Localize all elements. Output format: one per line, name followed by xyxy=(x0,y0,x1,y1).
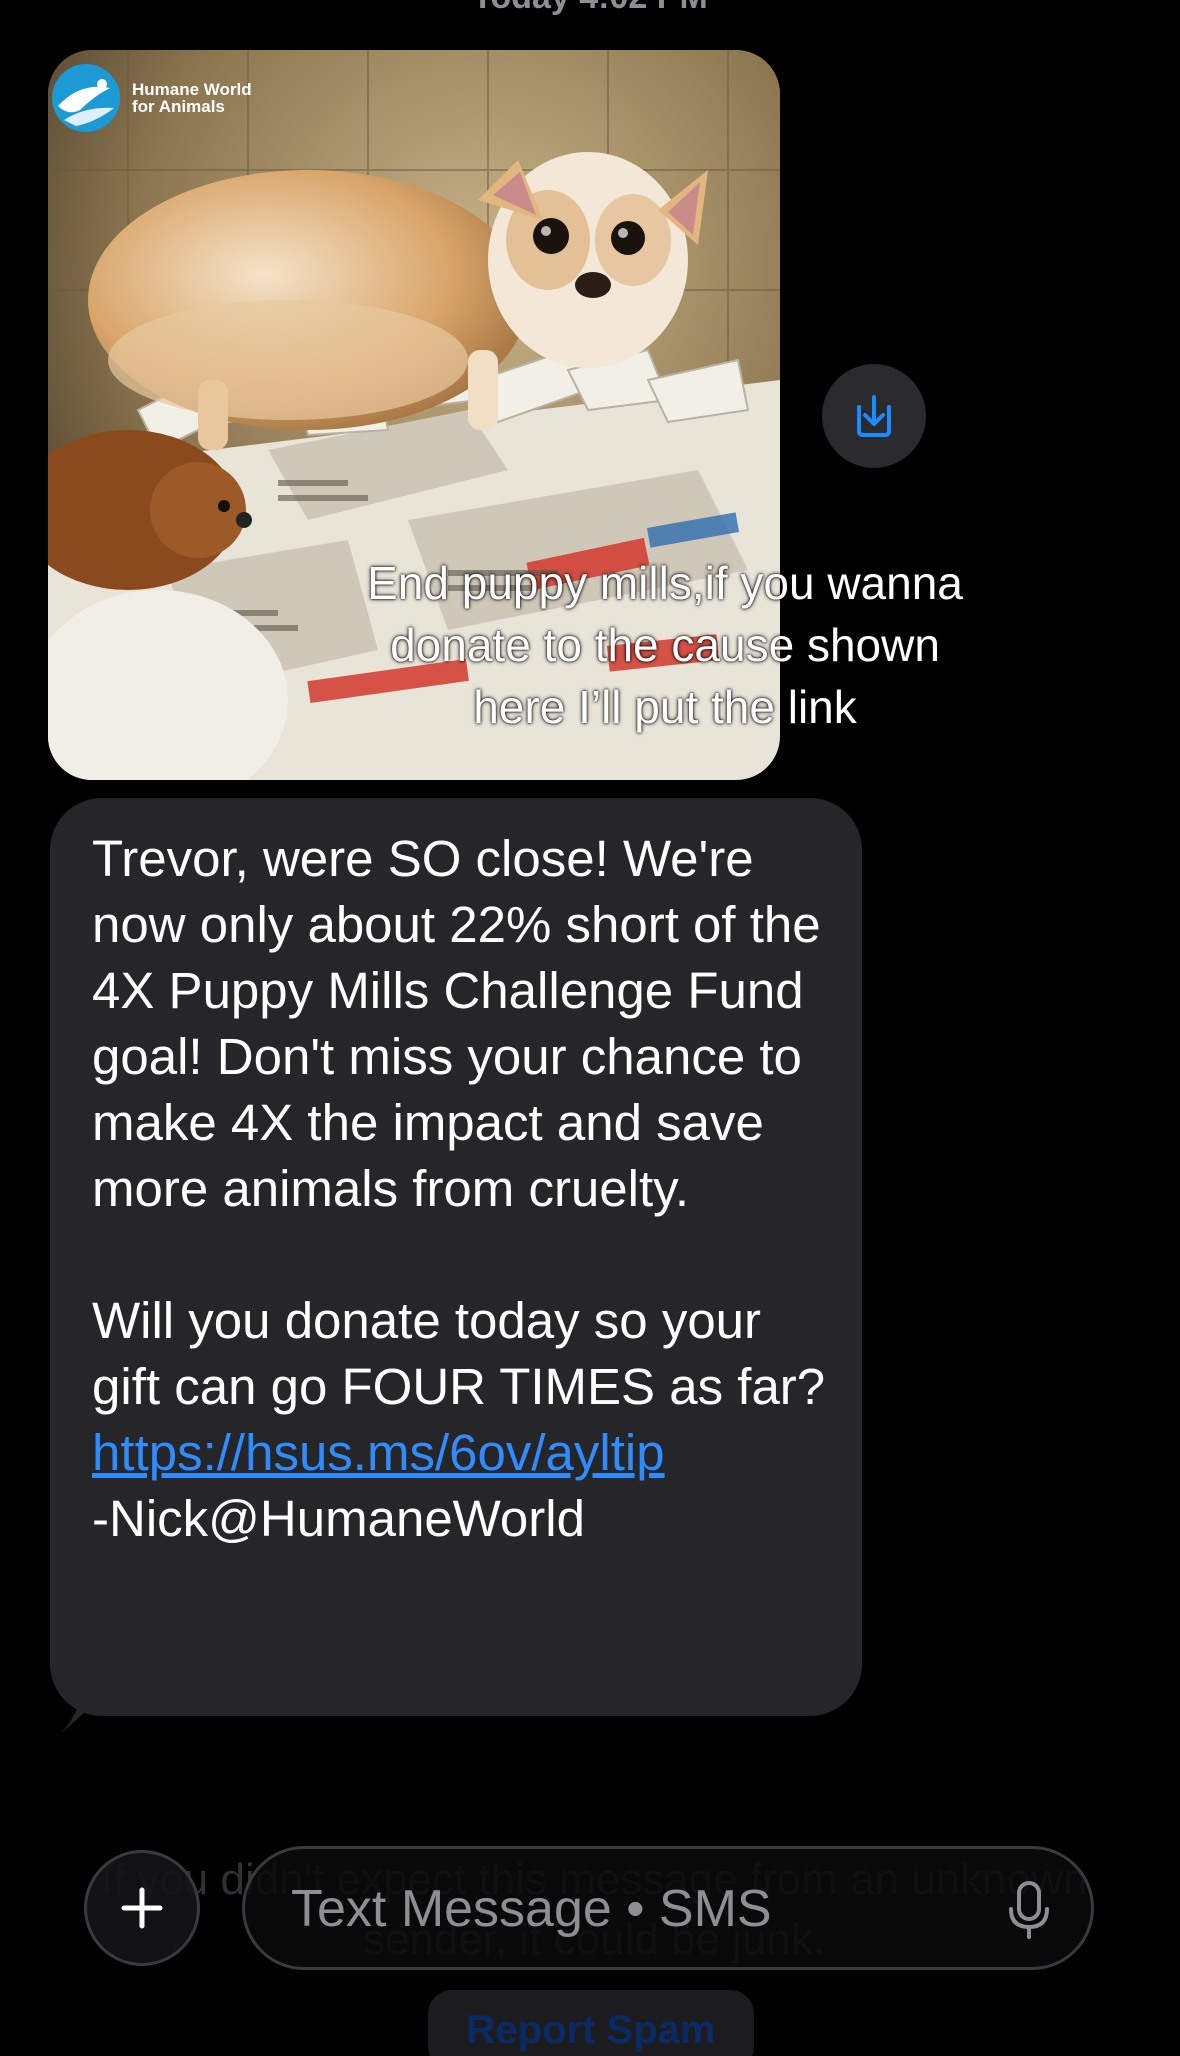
message-paragraph: Trevor, were SO close! We're now only ab… xyxy=(92,830,821,1217)
message-timestamp: Today 4:02 PM xyxy=(0,0,1180,17)
report-spam-button[interactable]: Report Spam xyxy=(428,1990,754,2056)
add-attachment-button[interactable] xyxy=(84,1850,200,1966)
microphone-icon[interactable] xyxy=(1007,1881,1051,1941)
message-input[interactable]: Text Message • SMS xyxy=(242,1846,1094,1970)
message-signature: -Nick@HumaneWorld xyxy=(92,1490,585,1547)
plus-icon xyxy=(121,1887,163,1929)
humane-world-logo: Humane World for Animals xyxy=(50,62,252,134)
message-text: Will you donate today so your gift can g… xyxy=(92,1292,826,1415)
save-attachment-button[interactable] xyxy=(822,364,926,468)
overlay-caption: End puppy mills,if you wanna donate to t… xyxy=(367,557,963,733)
messages-screen: Today 4:02 PM xyxy=(0,0,1180,2056)
humane-world-logo-icon xyxy=(52,64,120,132)
message-body: Trevor, were SO close! We're now only ab… xyxy=(92,826,832,1552)
logo-text: Humane World for Animals xyxy=(132,80,252,116)
download-icon xyxy=(857,395,891,437)
message-bubble-tail xyxy=(60,1690,108,1734)
message-link[interactable]: https://hsus.ms/6ov/ayltip xyxy=(92,1424,665,1481)
message-input-placeholder: Text Message • SMS xyxy=(291,1880,772,1938)
message-paragraph: Will you donate today so your gift can g… xyxy=(92,1288,832,1486)
